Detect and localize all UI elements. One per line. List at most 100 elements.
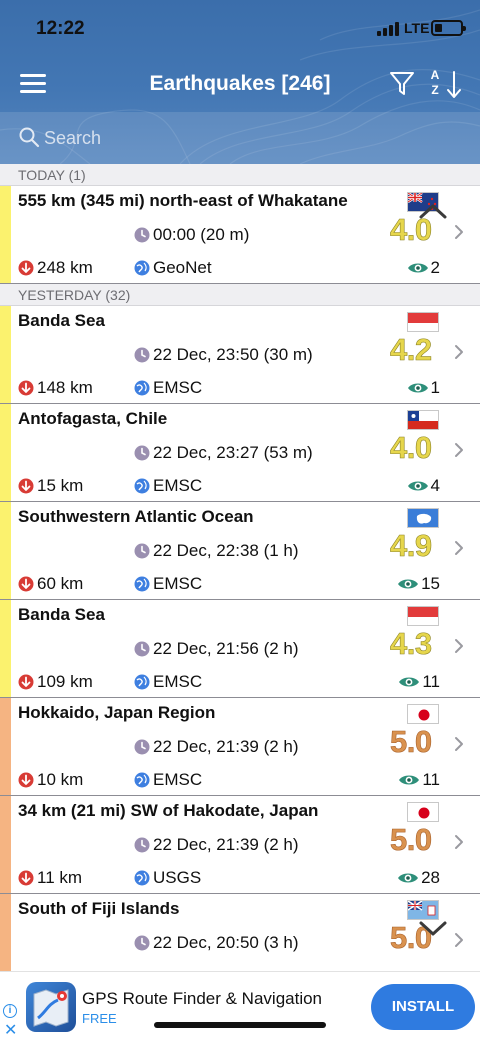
views-group: 28	[397, 868, 440, 888]
magnitude-value: 5.0	[390, 724, 433, 760]
depth-label: 10 km	[37, 770, 84, 789]
depth-group: 248 km	[18, 258, 93, 278]
section-header: TODAY (1)	[0, 164, 480, 186]
earthquake-row[interactable]: Banda Sea 22 Dec, 23:50 (30 m) 4.2 148 k…	[0, 306, 480, 404]
place-label: Antofagasta, Chile	[18, 409, 168, 428]
arrow-down-circle-icon	[18, 576, 34, 592]
views-group: 15	[397, 574, 440, 594]
arrow-down-circle-icon	[18, 478, 34, 494]
chevron-right-icon	[455, 639, 463, 653]
sort-button[interactable]: AZ	[426, 66, 466, 102]
status-time: 12:22	[36, 18, 85, 39]
battery-icon	[431, 20, 466, 36]
section-header: YESTERDAY (32)	[0, 284, 480, 306]
earthquake-row[interactable]: 555 km (345 mi) north-east of Whakatane …	[0, 186, 480, 284]
arrow-down-circle-icon	[18, 870, 34, 886]
ad-close-icon[interactable]: ✕	[4, 1020, 17, 1039]
place-label: Banda Sea	[18, 311, 105, 330]
country-flag-icon	[407, 900, 439, 920]
time-group: 22 Dec, 23:50 (30 m)	[134, 345, 313, 365]
clock-icon	[134, 543, 150, 559]
arrow-down-circle-icon	[18, 380, 34, 396]
app-header: 12:22 LTE Earthquakes [246] AZ	[0, 0, 480, 164]
earthquake-row[interactable]: Antofagasta, Chile 22 Dec, 23:27 (53 m) …	[0, 404, 480, 502]
earthquake-row[interactable]: South of Fiji Islands 22 Dec, 20:50 (3 h…	[0, 894, 480, 971]
earthquake-row[interactable]: Banda Sea 22 Dec, 21:56 (2 h) 4.3 109 km…	[0, 600, 480, 698]
time-group: 00:00 (20 m)	[134, 225, 249, 245]
views-group: 4	[407, 476, 440, 496]
magnitude-strip	[0, 894, 11, 971]
earthquake-row[interactable]: Southwestern Atlantic Ocean 22 Dec, 22:3…	[0, 502, 480, 600]
eye-icon	[398, 579, 419, 589]
views-count: 4	[430, 476, 440, 495]
arrow-down-icon	[447, 71, 461, 98]
clock-icon	[134, 445, 150, 461]
views-count: 11	[422, 770, 440, 789]
chevron-down-icon[interactable]	[418, 920, 448, 938]
search-input[interactable]	[44, 124, 444, 152]
views-count: 28	[421, 868, 440, 887]
source-group: GeoNet	[134, 258, 212, 278]
depth-group: 10 km	[18, 770, 83, 790]
magnitude-strip	[0, 306, 11, 403]
filter-icon[interactable]	[389, 70, 415, 98]
magnitude-strip	[0, 186, 11, 283]
chevron-right-icon	[455, 443, 463, 457]
ad-subtitle: FREE	[82, 1011, 117, 1026]
ad-info-icon[interactable]: i	[3, 1004, 17, 1018]
chevron-right-icon	[455, 225, 463, 239]
earthquake-list[interactable]: TODAY (1) 555 km (345 mi) north-east of …	[0, 164, 480, 971]
nav-bar: Earthquakes [246] AZ	[0, 58, 480, 112]
views-count: 2	[430, 258, 440, 277]
time-group: 22 Dec, 23:27 (53 m)	[134, 443, 313, 463]
ad-banner[interactable]: i ✕ GPS Route Finder & Navigation FREE I…	[0, 971, 480, 1039]
ad-app-icon[interactable]	[26, 982, 76, 1032]
globe-icon	[134, 380, 150, 396]
time-label: 22 Dec, 22:38 (1 h)	[153, 541, 299, 560]
magnitude-strip	[0, 796, 11, 893]
source-group: USGS	[134, 868, 201, 888]
install-button[interactable]: INSTALL	[371, 984, 475, 1030]
eye-icon	[407, 383, 428, 393]
eye-icon	[407, 263, 428, 273]
depth-group: 11 km	[18, 868, 82, 888]
views-group: 1	[407, 378, 440, 398]
eye-icon	[399, 677, 420, 687]
views-group: 11	[398, 770, 440, 790]
depth-label: 15 km	[37, 476, 84, 495]
globe-icon	[134, 870, 150, 886]
clock-icon	[134, 837, 150, 853]
time-group: 22 Dec, 21:56 (2 h)	[134, 639, 299, 659]
magnitude-value: 4.2	[390, 332, 433, 368]
home-indicator	[154, 1022, 326, 1028]
time-label: 22 Dec, 23:50 (30 m)	[153, 345, 313, 364]
source-label: EMSC	[153, 378, 203, 397]
clock-icon	[134, 935, 150, 951]
earthquake-row[interactable]: 34 km (21 mi) SW of Hakodate, Japan 22 D…	[0, 796, 480, 894]
chevron-up-icon[interactable]	[418, 202, 448, 220]
depth-label: 148 km	[37, 378, 93, 397]
place-label: 555 km (345 mi) north-east of Whakatane	[18, 191, 348, 210]
country-flag-icon	[407, 410, 439, 430]
eye-icon	[399, 775, 420, 785]
depth-label: 109 km	[37, 672, 93, 691]
clock-icon	[134, 641, 150, 657]
time-group: 22 Dec, 21:39 (2 h)	[134, 737, 299, 757]
search-icon	[19, 127, 40, 148]
views-group: 2	[407, 258, 440, 278]
magnitude-strip	[0, 404, 11, 501]
time-label: 22 Dec, 21:39 (2 h)	[153, 835, 299, 854]
depth-group: 60 km	[18, 574, 83, 594]
chevron-right-icon	[455, 933, 463, 947]
clock-icon	[134, 739, 150, 755]
ad-title: GPS Route Finder & Navigation	[82, 989, 323, 1008]
views-count: 15	[421, 574, 440, 593]
clock-icon	[134, 347, 150, 363]
globe-icon	[134, 260, 150, 276]
magnitude-value: 4.9	[390, 528, 433, 564]
source-label: EMSC	[153, 574, 203, 593]
time-group: 22 Dec, 21:39 (2 h)	[134, 835, 299, 855]
source-group: EMSC	[134, 476, 202, 496]
place-label: Banda Sea	[18, 605, 105, 624]
earthquake-row[interactable]: Hokkaido, Japan Region 22 Dec, 21:39 (2 …	[0, 698, 480, 796]
